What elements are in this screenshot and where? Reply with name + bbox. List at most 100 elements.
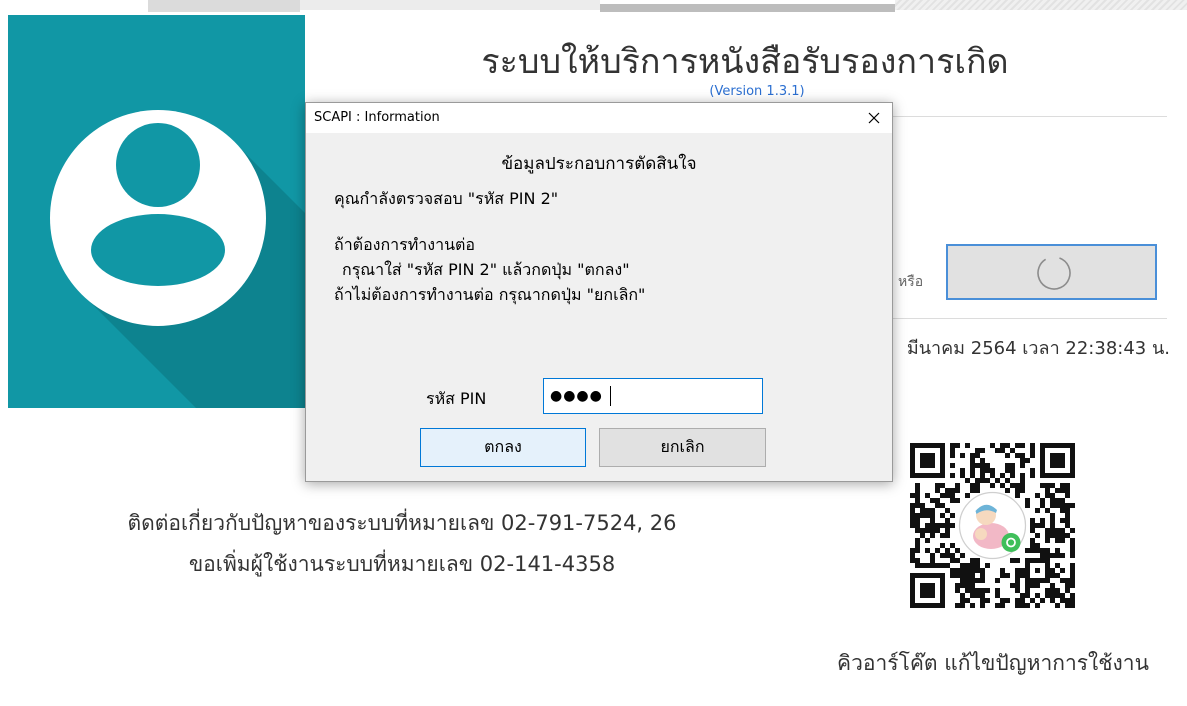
qr-module xyxy=(970,588,976,594)
qr-module xyxy=(990,473,996,479)
ok-button[interactable]: ตกลง xyxy=(420,428,586,467)
qr-module xyxy=(1065,503,1071,509)
close-icon[interactable] xyxy=(866,110,882,126)
qr-module xyxy=(1055,498,1061,504)
qr-module xyxy=(1065,598,1071,604)
qr-module xyxy=(980,588,986,594)
qr-module xyxy=(960,563,966,569)
qr-module xyxy=(1015,578,1021,584)
qr-module xyxy=(1070,573,1076,579)
qr-module xyxy=(980,473,986,479)
qr-module xyxy=(915,493,921,499)
qr-module xyxy=(930,558,936,564)
qr-module xyxy=(965,578,971,584)
qr-module xyxy=(1070,598,1076,604)
qr-module xyxy=(980,468,986,474)
qr-module xyxy=(1025,498,1031,504)
qr-module xyxy=(915,538,921,544)
qr-module xyxy=(915,548,921,554)
qr-module xyxy=(975,578,981,584)
qr-module xyxy=(1030,598,1036,604)
qr-module xyxy=(980,568,986,574)
qr-module xyxy=(1015,488,1021,494)
qr-module xyxy=(1020,568,1026,574)
qr-module xyxy=(1020,488,1026,494)
qr-module xyxy=(1045,528,1051,534)
qr-module xyxy=(935,488,941,494)
qr-module xyxy=(1030,448,1036,454)
qr-module xyxy=(1035,508,1041,514)
qr-module xyxy=(1065,483,1071,489)
qr-module xyxy=(1065,488,1071,494)
qr-module xyxy=(1010,468,1016,474)
qr-module xyxy=(1060,518,1066,524)
dialog-title-bar[interactable]: SCAPI : Information xyxy=(306,103,892,133)
qr-module xyxy=(975,448,981,454)
qr-module xyxy=(930,513,936,519)
qr-module xyxy=(930,553,936,559)
qr-module xyxy=(1065,533,1071,539)
qr-module xyxy=(980,463,986,469)
qr-module xyxy=(1040,553,1046,559)
qr-module xyxy=(1060,498,1066,504)
qr-module xyxy=(1000,603,1006,609)
qr-module xyxy=(1000,473,1006,479)
avatar-head xyxy=(116,123,200,207)
qr-module xyxy=(935,503,941,509)
qr-module xyxy=(1005,453,1011,459)
qr-module xyxy=(1060,503,1066,509)
card-read-button[interactable] xyxy=(946,244,1157,300)
qr-module xyxy=(1050,503,1056,509)
cancel-button[interactable]: ยกเลิก xyxy=(599,428,766,467)
qr-module xyxy=(975,593,981,599)
qr-module xyxy=(1005,463,1011,469)
qr-module xyxy=(965,583,971,589)
qr-module xyxy=(980,598,986,604)
qr-module xyxy=(1065,513,1071,519)
qr-module xyxy=(915,558,921,564)
qr-module xyxy=(1015,483,1021,489)
qr-module xyxy=(980,458,986,464)
qr-module xyxy=(940,513,946,519)
qr-module xyxy=(1065,578,1071,584)
qr-module xyxy=(980,573,986,579)
pin-input[interactable] xyxy=(543,378,763,414)
qr-module xyxy=(1045,538,1051,544)
qr-module xyxy=(945,508,951,514)
qr-module xyxy=(960,583,966,589)
qr-module xyxy=(1070,538,1076,544)
qr-module xyxy=(950,568,956,574)
qr-module xyxy=(990,443,996,449)
qr-module xyxy=(925,563,931,569)
qr-module xyxy=(1070,583,1076,589)
qr-module xyxy=(1020,483,1026,489)
qr-module xyxy=(1050,583,1056,589)
qr-module xyxy=(935,483,941,489)
qr-module xyxy=(1060,508,1066,514)
qr-module xyxy=(985,463,991,469)
qr-module xyxy=(1050,593,1056,599)
qr-code xyxy=(910,443,1076,609)
qr-module xyxy=(925,523,931,529)
qr-module xyxy=(920,513,926,519)
qr-module xyxy=(1050,568,1056,574)
qr-module xyxy=(960,568,966,574)
qr-module xyxy=(920,563,926,569)
qr-module xyxy=(1070,578,1076,584)
qr-module xyxy=(950,558,956,564)
qr-module xyxy=(960,453,966,459)
qr-module xyxy=(1060,553,1066,559)
qr-module xyxy=(1070,568,1076,574)
qr-module xyxy=(1045,488,1051,494)
qr-module xyxy=(995,448,1001,454)
qr-module xyxy=(950,498,956,504)
qr-module xyxy=(1070,553,1076,559)
qr-module xyxy=(1010,483,1016,489)
qr-alignment-pattern xyxy=(1035,568,1040,573)
qr-module xyxy=(1055,503,1061,509)
qr-module xyxy=(1010,473,1016,479)
qr-module xyxy=(1000,443,1006,449)
qr-module xyxy=(955,588,961,594)
qr-module xyxy=(1035,583,1041,589)
qr-module xyxy=(1040,518,1046,524)
